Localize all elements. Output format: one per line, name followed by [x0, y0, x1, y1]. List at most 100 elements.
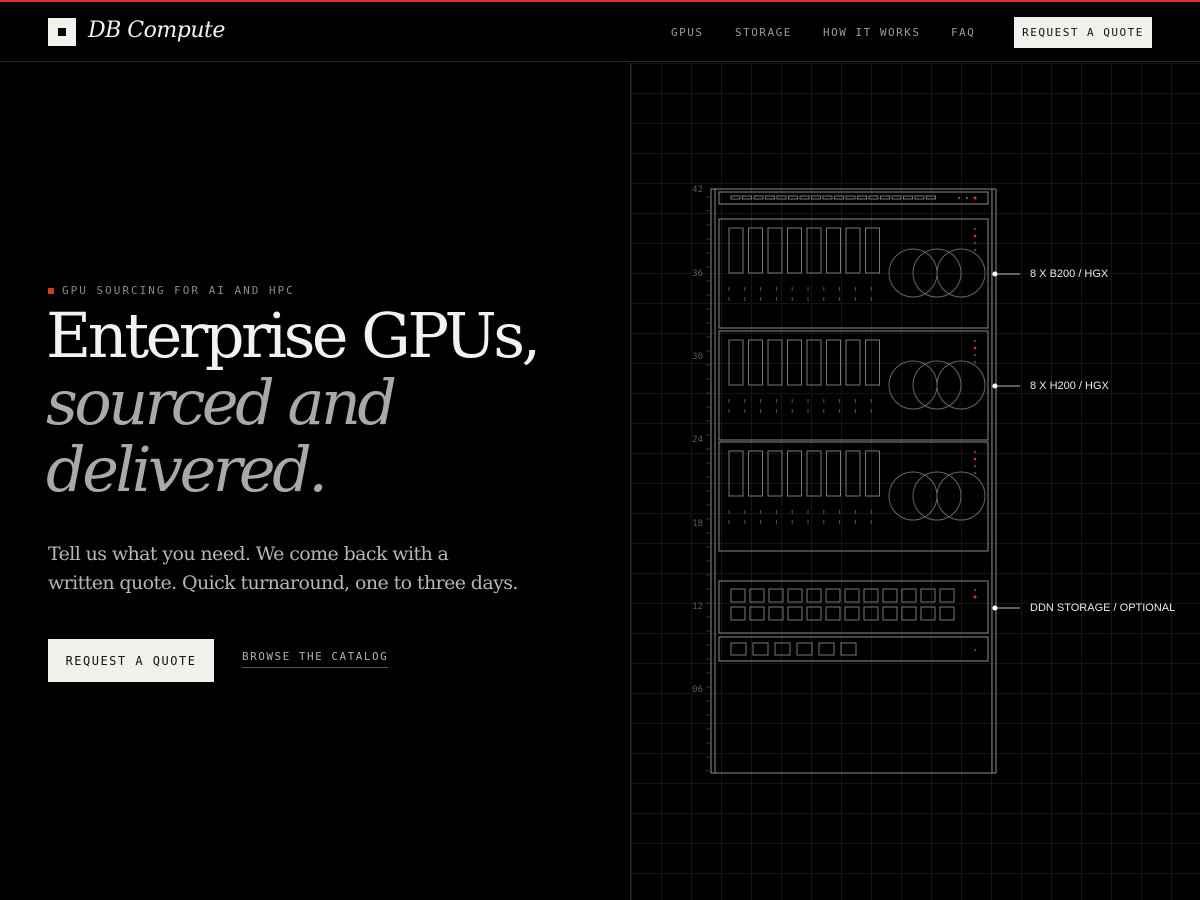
switch-port [891, 195, 902, 200]
drive-bay [939, 588, 955, 603]
status-led [973, 450, 977, 454]
management-unit [718, 636, 989, 662]
drive-bay [844, 606, 860, 621]
status-led [973, 339, 977, 343]
gpu-card [728, 450, 744, 497]
drive-bay [844, 588, 860, 603]
drive-bay [920, 606, 936, 621]
callout-dot [992, 605, 998, 611]
status-led [973, 353, 977, 357]
status-led [973, 360, 977, 364]
drive-bay [730, 588, 746, 603]
switch-port [914, 195, 925, 200]
drive-bay [752, 642, 769, 656]
status-led [973, 464, 977, 468]
drive-bay [818, 642, 835, 656]
rack-unit-label: 30 [692, 352, 703, 362]
switch-port [903, 195, 913, 200]
gpu-card [767, 339, 783, 386]
switch-port [765, 195, 775, 200]
gpu-card [826, 227, 841, 274]
gpu-card [826, 450, 841, 497]
status-led [973, 595, 977, 599]
status-led [973, 234, 977, 238]
switch-port [788, 195, 798, 200]
drive-bay [787, 606, 803, 621]
drive-bay [939, 606, 955, 621]
gpu-card [865, 450, 880, 497]
rack-unit-label: 12 [692, 602, 703, 612]
rack-unit-label: 06 [692, 685, 703, 695]
gpu-card [806, 450, 822, 497]
gpu-card [748, 339, 763, 386]
gpu-card [845, 339, 861, 386]
switch-port [742, 195, 752, 200]
status-led [957, 196, 961, 200]
switch-port [776, 195, 787, 200]
gpu-card [767, 227, 783, 274]
switch-port [868, 195, 879, 200]
callout-b200: 8 X B200 / HGX [1030, 268, 1109, 280]
switch-port [880, 195, 890, 200]
switch-port [845, 195, 856, 200]
drive-bay [774, 642, 791, 656]
gpu-card [787, 227, 802, 274]
gpu-card [865, 227, 880, 274]
rack-unit-label: 36 [692, 269, 703, 279]
drive-bay [863, 606, 879, 621]
switch-port [857, 195, 867, 200]
rack-unit-label: 42 [692, 185, 703, 195]
drive-bay [749, 606, 765, 621]
gpu-card [748, 450, 763, 497]
drive-bay [825, 606, 841, 621]
gpu-card [787, 339, 802, 386]
gpu-card [845, 450, 861, 497]
drive-bay [730, 642, 747, 656]
switch-port [811, 195, 821, 200]
gpu-card [806, 339, 822, 386]
switch-port [926, 195, 936, 200]
drive-bay [920, 588, 936, 603]
status-led [973, 241, 977, 245]
gpu-card [748, 227, 763, 274]
rack-frame [710, 188, 997, 774]
rack-unit-label: 24 [692, 435, 703, 445]
status-led [973, 457, 977, 461]
callout-h200: 8 X H200 / HGX [1030, 380, 1109, 392]
drive-bay [840, 642, 857, 656]
drive-bay [882, 606, 898, 621]
drive-bay [730, 606, 746, 621]
rack-inner-frame [714, 188, 993, 774]
status-led [973, 588, 977, 592]
gpu-card [767, 450, 783, 497]
callout-dot [992, 383, 998, 389]
status-led [973, 227, 977, 231]
drive-bay [768, 606, 784, 621]
gpu-card [826, 339, 841, 386]
gpu-card [728, 227, 744, 274]
rack-illustration: 42 36 30 24 18 12 06 [692, 185, 1020, 774]
drive-bay [796, 642, 813, 656]
status-led [973, 196, 977, 200]
status-led [973, 346, 977, 350]
gpu-card [806, 227, 822, 274]
gpu-card [865, 339, 880, 386]
drive-bay [863, 588, 879, 603]
status-led [973, 648, 977, 652]
drive-bay [825, 588, 841, 603]
drive-bay [806, 588, 822, 603]
switch-port [753, 195, 764, 200]
gpu-card [728, 339, 744, 386]
status-led [973, 471, 977, 475]
switch-port [822, 195, 833, 200]
status-led [965, 196, 969, 200]
rack-unit-label: 18 [692, 519, 703, 529]
switch-unit [718, 191, 989, 205]
switch-port [834, 195, 844, 200]
drive-bay [901, 606, 917, 621]
switch-port [730, 195, 741, 200]
gpu-card [787, 450, 802, 497]
drive-bay [901, 588, 917, 603]
callout-dot [992, 271, 998, 277]
drive-bay [749, 588, 765, 603]
